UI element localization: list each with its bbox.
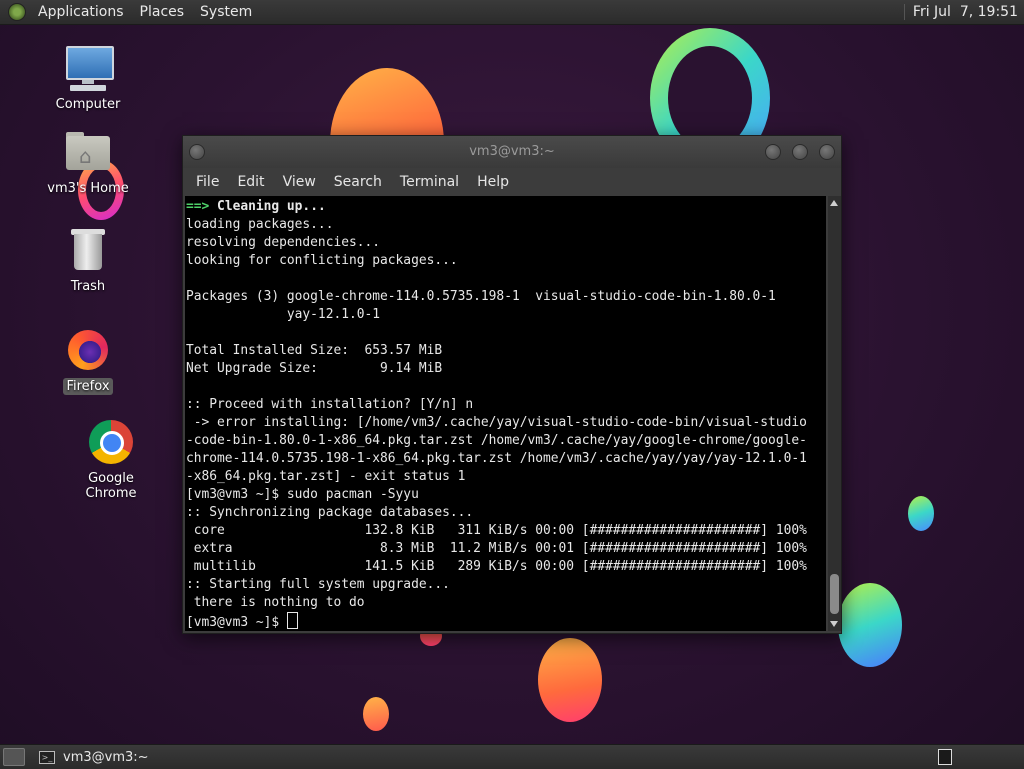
window-menu-button[interactable] [189, 144, 205, 160]
show-desktop-button[interactable] [3, 748, 25, 766]
top-panel: Applications Places System Fri Jul 7, 19… [0, 0, 1024, 25]
trash-icon [64, 226, 112, 274]
terminal-line: -x86_64.pkg.tar.zst] - exit status 1 [186, 469, 466, 484]
scroll-up-arrow-icon[interactable] [830, 200, 838, 206]
desktop-icon-computer[interactable]: Computer [38, 44, 138, 113]
wallpaper-orange-orb [538, 638, 602, 722]
menu-search[interactable]: Search [325, 174, 391, 190]
desktop-icon-label: vm3's Home [47, 181, 129, 196]
terminal-line: -> error installing: [/home/vm3/.cache/y… [186, 415, 807, 430]
desktop-icon-label: Firefox [63, 378, 113, 395]
desktop-icon-label: Trash [70, 279, 106, 294]
terminal-line: [vm3@vm3 ~]$ sudo pacman -Syyu [186, 487, 419, 502]
window-title: vm3@vm3:~ [469, 144, 555, 159]
close-button[interactable] [819, 144, 835, 160]
terminal-line: extra 8.3 MiB 11.2 MiB/s 00:01 [########… [186, 541, 807, 556]
terminal-line: looking for conflicting packages... [186, 253, 458, 268]
terminal-line: Net Upgrade Size: 9.14 MiB [186, 361, 443, 376]
chrome-icon [87, 418, 135, 466]
desktop-icon-chrome[interactable]: Google Chrome [61, 418, 161, 502]
distro-logo-icon[interactable] [8, 3, 26, 21]
menu-system[interactable]: System [192, 0, 260, 24]
menu-view[interactable]: View [274, 174, 325, 190]
taskbar-item-terminal[interactable]: >_ vm3@vm3:~ [39, 750, 149, 765]
wallpaper-blue-orb [838, 583, 902, 667]
terminal-line: Total Installed Size: 653.57 MiB [186, 343, 443, 358]
menu-applications[interactable]: Applications [30, 0, 132, 24]
minimize-button[interactable] [765, 144, 781, 160]
menu-terminal[interactable]: Terminal [391, 174, 468, 190]
maximize-button[interactable] [792, 144, 808, 160]
menu-help[interactable]: Help [468, 174, 518, 190]
desktop-icon-firefox[interactable]: Firefox [38, 326, 138, 395]
terminal-line: multilib 141.5 KiB 289 KiB/s 00:00 [####… [186, 559, 807, 574]
wallpaper-orange-orb [363, 697, 389, 731]
terminal-line: chrome-114.0.5735.198-1-x86_64.pkg.tar.z… [186, 451, 807, 466]
terminal-scrollbar[interactable] [828, 196, 841, 631]
scrollbar-thumb[interactable] [830, 574, 839, 614]
desktop-icon-home[interactable]: ⌂ vm3's Home [38, 128, 138, 197]
desktop-icon-trash[interactable]: Trash [38, 226, 138, 295]
terminal-line: loading packages... [186, 217, 334, 232]
bottom-panel: >_ vm3@vm3:~ [0, 744, 1024, 769]
menu-edit[interactable]: Edit [228, 174, 273, 190]
menu-places[interactable]: Places [132, 0, 193, 24]
home-folder-icon: ⌂ [64, 128, 112, 176]
workspace-switcher[interactable] [938, 749, 952, 765]
terminal-line: [vm3@vm3 ~]$ [186, 612, 826, 631]
menu-file[interactable]: File [187, 174, 228, 190]
terminal-line: :: Synchronizing package databases... [186, 505, 474, 520]
desktop-icon-label: Google Chrome [85, 471, 137, 501]
terminal-line: yay-12.1.0-1 [186, 307, 381, 322]
wallpaper-blue-orb [908, 496, 934, 531]
terminal-menubar: File Edit View Search Terminal Help [183, 168, 841, 196]
terminal-cursor [286, 612, 298, 629]
terminal-output[interactable]: ==> Cleaning up... loading packages... res… [185, 196, 826, 631]
terminal-line: -code-bin-1.80.0-1-x86_64.pkg.tar.zst /h… [186, 433, 807, 448]
terminal-line: resolving dependencies... [186, 235, 381, 250]
terminal-line: there is nothing to do [186, 595, 365, 610]
terminal-line: Packages (3) google-chrome-114.0.5735.19… [186, 289, 776, 304]
firefox-icon [64, 326, 112, 374]
window-titlebar[interactable]: vm3@vm3:~ [183, 136, 841, 168]
scroll-down-arrow-icon[interactable] [830, 621, 838, 627]
terminal-line: ==> Cleaning up... [186, 199, 326, 214]
panel-clock[interactable]: Fri Jul 7, 19:51 [903, 4, 1024, 20]
desktop-icon-label: Computer [55, 97, 121, 112]
terminal-text: ==> Cleaning up... loading packages... res… [185, 196, 826, 631]
terminal-icon: >_ [39, 750, 55, 764]
terminal-line: :: Proceed with installation? [Y/n] n [186, 397, 474, 412]
terminal-line: core 132.8 KiB 311 KiB/s 00:00 [########… [186, 523, 807, 538]
terminal-line: :: Starting full system upgrade... [186, 577, 450, 592]
taskbar-item-label: vm3@vm3:~ [63, 749, 149, 765]
computer-icon [64, 44, 114, 92]
terminal-window[interactable]: vm3@vm3:~ File Edit View Search Terminal… [182, 135, 842, 634]
